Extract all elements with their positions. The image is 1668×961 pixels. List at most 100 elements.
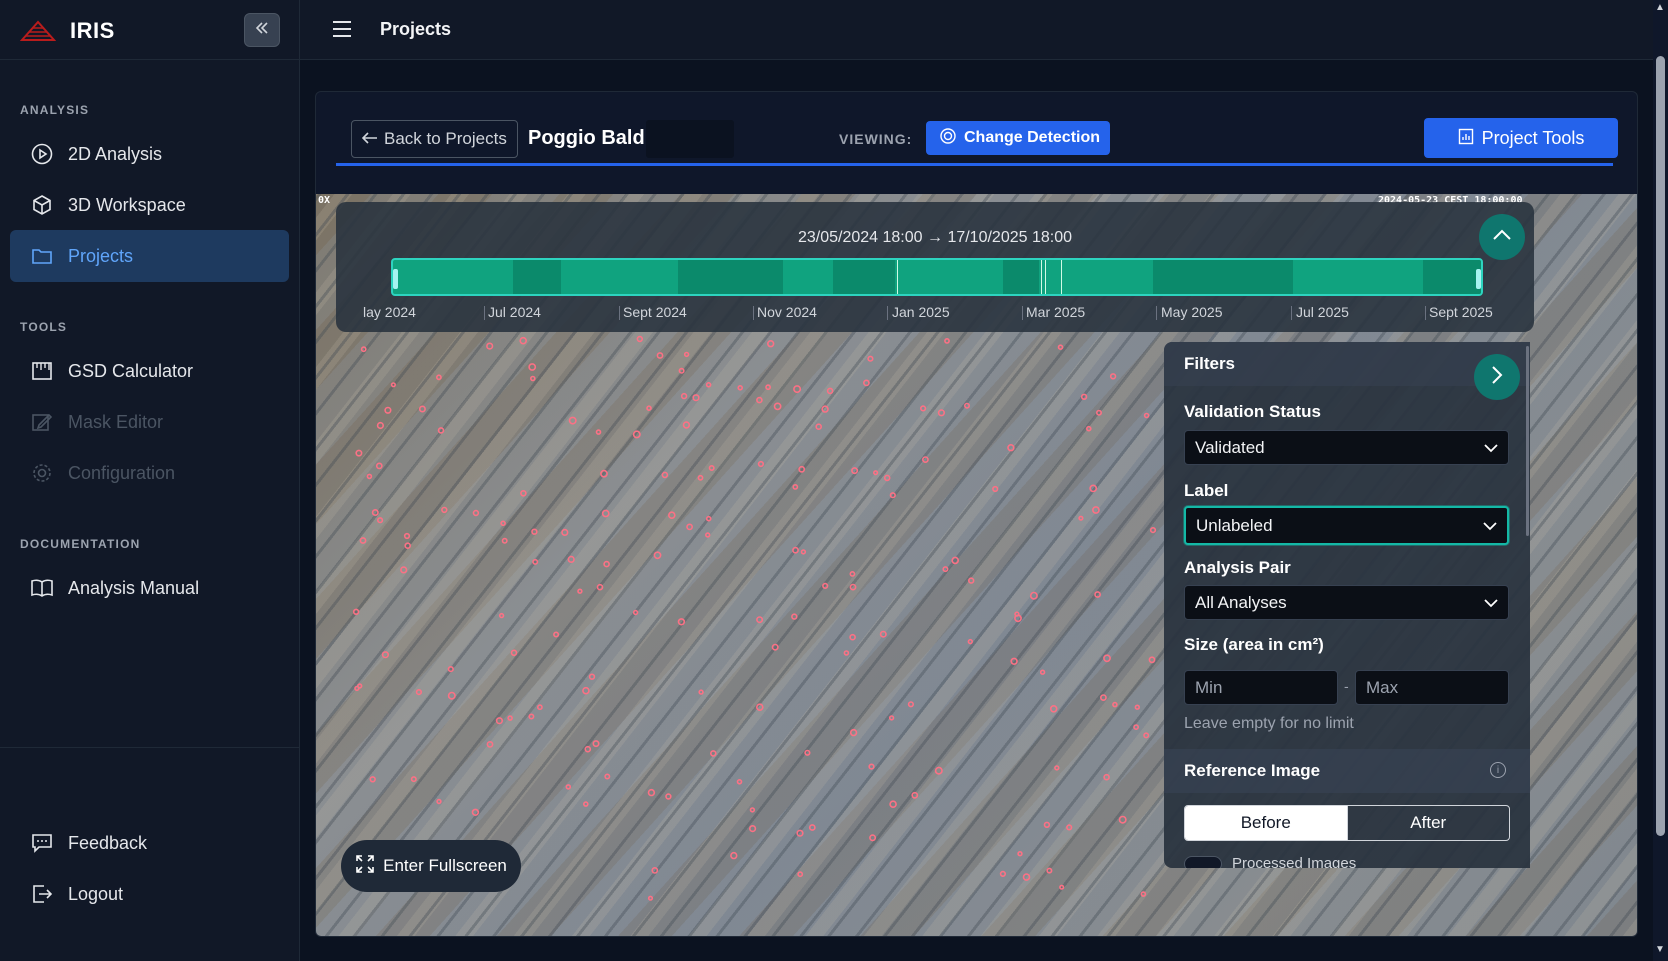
detection-marker[interactable] <box>600 469 608 478</box>
detection-marker[interactable] <box>937 409 946 417</box>
detection-marker[interactable] <box>565 784 572 790</box>
detection-marker[interactable] <box>568 416 577 425</box>
detection-marker[interactable] <box>500 520 506 527</box>
detection-marker[interactable] <box>471 808 480 816</box>
detection-marker[interactable] <box>1010 657 1018 665</box>
detection-marker[interactable] <box>792 483 799 490</box>
timeline-slider[interactable] <box>391 258 1483 296</box>
detection-marker[interactable] <box>919 405 927 412</box>
detection-marker[interactable] <box>532 558 539 565</box>
image-viewer[interactable]: 0X 2024-05-23 CEST 18:00:00 23/05/2024 1… <box>316 194 1637 936</box>
detection-marker[interactable] <box>879 630 887 638</box>
detection-marker[interactable] <box>582 801 589 807</box>
detection-marker[interactable] <box>355 449 363 457</box>
sidebar-item-logout[interactable]: Logout <box>10 868 289 920</box>
detection-marker[interactable] <box>773 402 782 411</box>
detection-marker[interactable] <box>849 728 858 737</box>
detection-marker[interactable] <box>1112 701 1118 708</box>
detection-marker[interactable] <box>651 867 659 874</box>
detection-marker[interactable] <box>1059 884 1065 890</box>
detection-marker[interactable] <box>667 511 676 520</box>
detection-marker[interactable] <box>911 791 919 799</box>
detection-marker[interactable] <box>992 485 999 493</box>
enter-fullscreen-button[interactable]: Enter Fullscreen <box>341 840 521 892</box>
detection-marker[interactable] <box>756 396 763 404</box>
detection-marker[interactable] <box>656 352 664 359</box>
detection-marker[interactable] <box>530 375 536 382</box>
detection-marker[interactable] <box>528 363 537 371</box>
detection-marker[interactable] <box>1078 515 1084 521</box>
detection-marker[interactable] <box>757 460 765 468</box>
detection-marker[interactable] <box>528 713 535 720</box>
scrollbar-thumb[interactable] <box>1656 56 1665 836</box>
detection-marker[interactable] <box>1094 591 1101 598</box>
detection-marker[interactable] <box>749 807 756 813</box>
detection-marker[interactable] <box>447 691 456 700</box>
detection-marker[interactable] <box>1118 815 1127 824</box>
detection-marker[interactable] <box>808 824 816 831</box>
detection-marker[interactable] <box>682 421 691 429</box>
detection-marker[interactable] <box>755 703 764 712</box>
close-filters-button[interactable] <box>1474 354 1520 400</box>
detection-marker[interactable] <box>709 750 717 757</box>
detection-marker[interactable] <box>577 588 583 594</box>
detection-marker[interactable] <box>536 704 543 711</box>
detection-marker[interactable] <box>486 741 494 748</box>
detection-marker[interactable] <box>967 577 975 584</box>
before-option[interactable]: Before <box>1185 806 1347 840</box>
detection-marker[interactable] <box>756 616 764 624</box>
detection-marker[interactable] <box>1007 444 1015 452</box>
detection-marker[interactable] <box>1085 425 1092 432</box>
detection-marker[interactable] <box>632 609 639 616</box>
detection-marker[interactable] <box>749 824 757 833</box>
detection-marker[interactable] <box>843 650 850 656</box>
sidebar-item-feedback[interactable]: Feedback <box>10 817 289 869</box>
scroll-down-icon[interactable]: ▼ <box>1655 944 1665 955</box>
detection-marker[interactable] <box>384 406 392 414</box>
detection-marker[interactable] <box>1103 654 1111 663</box>
label-select[interactable]: Unlabeled <box>1184 506 1509 545</box>
detection-marker[interactable] <box>849 633 856 641</box>
detection-marker[interactable] <box>1134 704 1140 710</box>
detection-marker[interactable] <box>415 689 422 696</box>
detection-marker[interactable] <box>771 643 779 651</box>
detection-marker[interactable] <box>1140 891 1147 897</box>
info-icon[interactable]: i <box>1490 762 1506 778</box>
after-option[interactable]: After <box>1346 806 1510 840</box>
detection-marker[interactable] <box>1092 506 1100 514</box>
detection-marker[interactable] <box>381 651 389 659</box>
detection-marker[interactable] <box>815 423 823 430</box>
detection-marker[interactable] <box>804 749 811 756</box>
detection-marker[interactable] <box>636 335 643 343</box>
detection-marker[interactable] <box>604 773 611 780</box>
detection-marker[interactable] <box>944 337 950 344</box>
detection-marker[interactable] <box>584 745 592 753</box>
sidebar-item-analysis-manual[interactable]: Analysis Manual <box>10 562 289 614</box>
detection-marker[interactable] <box>646 405 652 411</box>
detection-marker[interactable] <box>798 465 806 473</box>
detection-marker[interactable] <box>441 506 448 514</box>
collapse-timeline-button[interactable] <box>1479 214 1525 260</box>
detection-marker[interactable] <box>603 560 610 568</box>
detection-marker[interactable] <box>1103 773 1110 781</box>
detection-marker[interactable] <box>582 686 590 695</box>
detection-marker[interactable] <box>677 618 686 626</box>
detection-marker[interactable] <box>495 717 503 725</box>
detection-marker[interactable] <box>498 612 505 619</box>
collapse-sidebar-button[interactable] <box>244 13 280 47</box>
size-max-input[interactable]: Max <box>1355 670 1509 705</box>
detection-marker[interactable] <box>447 666 454 673</box>
detection-marker[interactable] <box>1148 656 1156 664</box>
detection-marker[interactable] <box>934 766 943 775</box>
detection-marker[interactable] <box>999 870 1007 878</box>
size-min-input[interactable]: Min <box>1184 670 1338 705</box>
detection-marker[interactable] <box>698 689 704 695</box>
detection-marker[interactable] <box>375 462 383 470</box>
detection-marker[interactable] <box>1133 724 1139 730</box>
detection-marker[interactable] <box>553 631 560 638</box>
detection-marker[interactable] <box>510 649 518 657</box>
detection-marker[interactable] <box>800 549 807 555</box>
detection-marker[interactable] <box>561 528 569 537</box>
detection-marker[interactable] <box>1089 484 1098 493</box>
back-to-projects-button[interactable]: Back to Projects <box>351 120 518 158</box>
